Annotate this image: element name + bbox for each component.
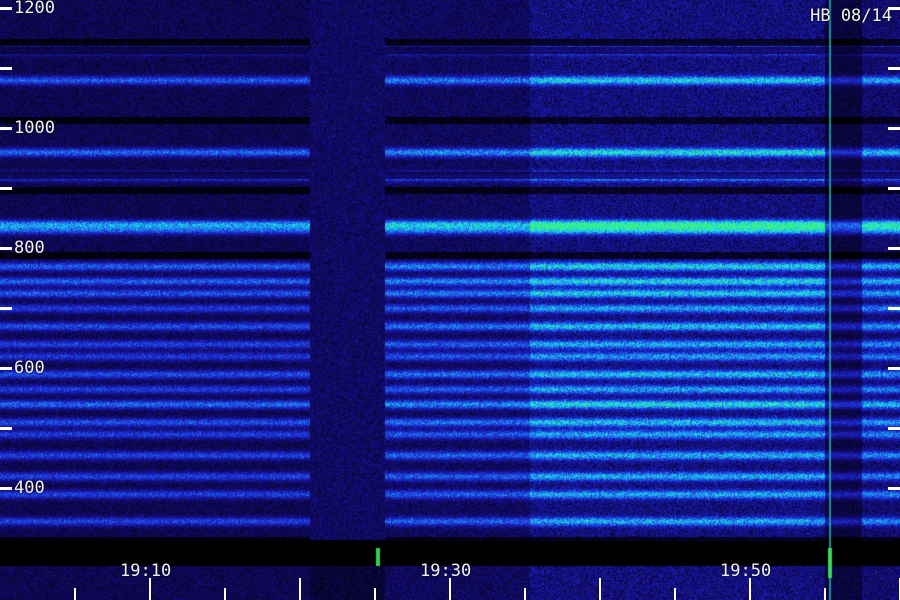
y-tick-label: 800 xyxy=(14,238,45,258)
x-tick xyxy=(524,588,526,600)
y-tick xyxy=(0,127,12,130)
x-tick-label: 19:10 xyxy=(120,561,172,581)
y-minor-tick xyxy=(888,427,900,430)
y-tick-label: 600 xyxy=(14,358,45,378)
x-tick xyxy=(449,578,451,600)
y-tick-right xyxy=(888,487,900,490)
y-minor-tick xyxy=(888,307,900,310)
spectrogram-chart: HB 08/14 1200 1000 800 600 400 19:10 19:30 19:… xyxy=(0,0,900,600)
y-minor-tick xyxy=(0,427,12,430)
y-minor-tick xyxy=(888,67,900,70)
y-tick-label: 400 xyxy=(14,478,45,498)
x-tick-label: 19:30 xyxy=(420,561,472,581)
y-minor-tick xyxy=(888,187,900,190)
x-tick xyxy=(674,588,676,600)
x-tick xyxy=(599,578,601,600)
x-tick xyxy=(149,578,151,600)
x-tick xyxy=(299,578,301,600)
spectrogram-canvas xyxy=(0,0,900,600)
y-tick xyxy=(0,487,12,490)
y-tick-label: 1200 xyxy=(14,0,55,18)
x-tick xyxy=(74,588,76,600)
x-tick xyxy=(749,578,751,600)
y-tick-right xyxy=(888,7,900,10)
y-tick xyxy=(0,367,12,370)
y-tick xyxy=(0,7,12,10)
x-tick xyxy=(824,588,826,600)
y-tick-right xyxy=(888,247,900,250)
y-minor-tick xyxy=(0,187,12,190)
y-tick-right xyxy=(888,127,900,130)
y-minor-tick xyxy=(0,67,12,70)
chart-annotation: HB 08/14 xyxy=(810,6,892,26)
x-tick xyxy=(224,588,226,600)
y-tick xyxy=(0,247,12,250)
y-tick-right xyxy=(888,367,900,370)
y-minor-tick xyxy=(0,307,12,310)
y-tick-label: 1000 xyxy=(14,118,55,138)
x-tick-label: 19:50 xyxy=(720,561,772,581)
x-tick xyxy=(374,588,376,600)
